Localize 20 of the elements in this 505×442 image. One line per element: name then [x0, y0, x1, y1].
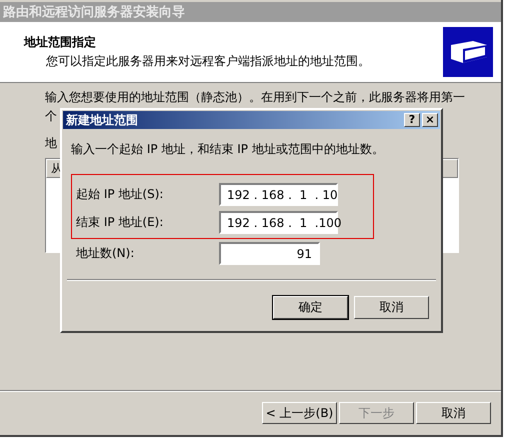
intro-text: 输入您想要使用的地址范围（静态池）。在用到下一个之前，此服务器将用第一	[45, 89, 465, 106]
list-label: 地	[45, 135, 57, 152]
help-button[interactable]: ?	[404, 113, 420, 127]
page-subtitle: 您可以指定此服务器用来对远程客户端指派地址的地址范围。	[45, 53, 370, 70]
dialog-button[interactable]: 确定	[273, 296, 348, 319]
input-field[interactable]: 91	[219, 242, 320, 265]
dialog-button[interactable]: 取消	[354, 296, 429, 319]
wizard-button[interactable]: 取消	[416, 402, 491, 424]
intro-text-continued: 个	[45, 108, 57, 125]
field-label: 起始 IP 地址(S):	[76, 186, 164, 203]
network-card-icon	[443, 27, 493, 77]
input-field[interactable]: 192 . 168 . 1 . 10	[219, 183, 338, 206]
field-label: 结束 IP 地址(E):	[76, 214, 164, 231]
window-title: 路由和远程访问服务器安装向导	[0, 2, 501, 22]
field-label: 地址数(N):	[76, 245, 136, 262]
instruction-text: 输入一个起始 IP 地址，和结束 IP 地址或范围中的地址数。	[71, 141, 385, 158]
dialog-title: 新建地址范围	[66, 112, 138, 128]
wizard-button[interactable]: < 上一步(B)	[262, 402, 337, 424]
page-heading: 地址范围指定	[24, 34, 97, 51]
close-button[interactable]: ×	[422, 113, 438, 127]
